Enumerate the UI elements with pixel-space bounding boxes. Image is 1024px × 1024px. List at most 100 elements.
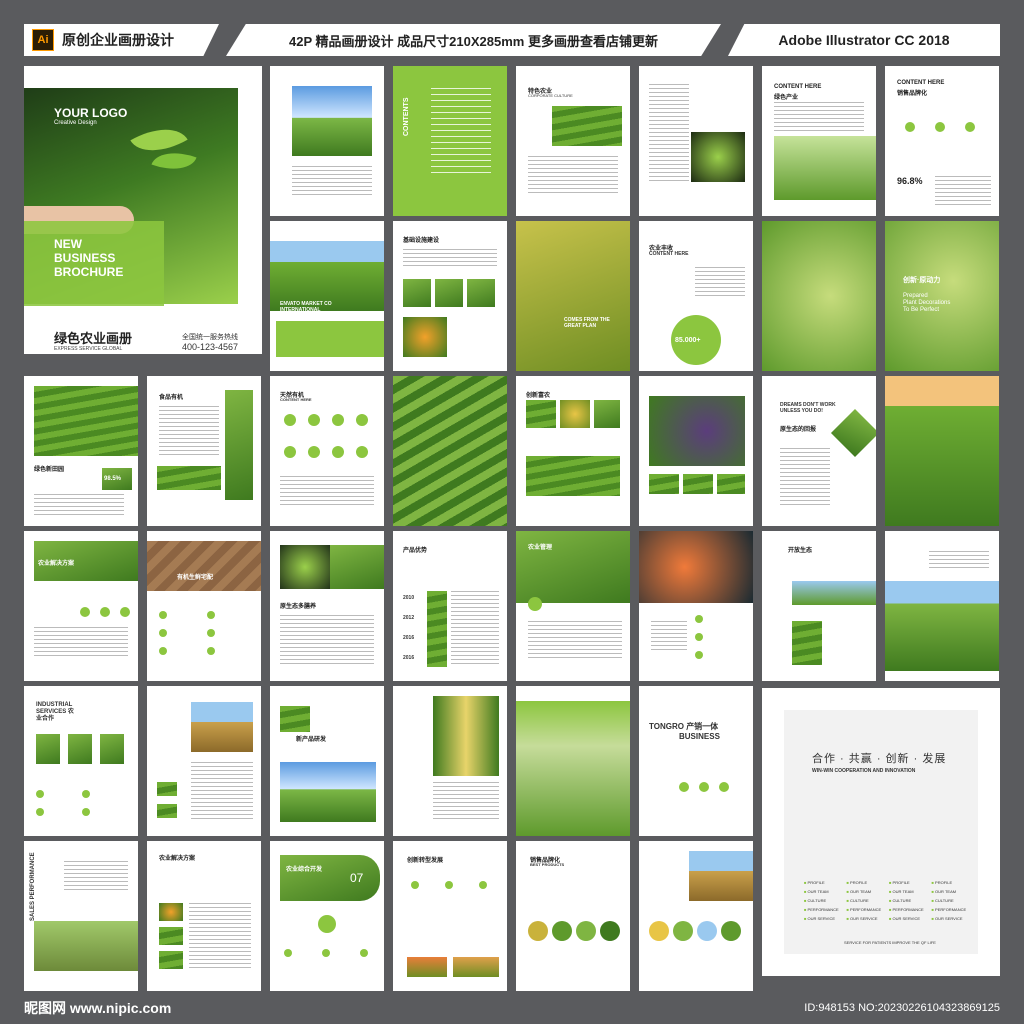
page-photo — [159, 951, 183, 969]
closing-title-en: WIN-WIN COOPERATION AND INNOVATION — [812, 768, 916, 774]
page-title: SALES PERFORMANCE — [30, 852, 36, 921]
list-item: OUR TEAM — [804, 889, 847, 894]
top-banner: Ai 原创企业画册设计 42P 精品画册设计 成品尺寸210X285mm 更多画… — [0, 0, 1024, 56]
page-eco-nutrition: 原生态多膳养 — [270, 531, 384, 681]
image-id: ID:948153 NO:20230226104323869125 — [804, 1002, 1000, 1014]
year-label: 2010 — [403, 595, 415, 601]
page-title-sub: BUSINESS — [679, 732, 720, 741]
icon-circle — [322, 949, 330, 957]
icon-circle — [332, 414, 344, 426]
list-item: PERFORMANCE — [847, 907, 890, 912]
page-tongro: TONGRO 产销一体 BUSINESS — [639, 686, 753, 836]
list-item: CULTURE — [932, 898, 975, 903]
page-harvester — [639, 841, 753, 991]
page-heading: 创新富农 — [526, 393, 551, 399]
page-photo — [552, 106, 622, 146]
page-subheading: CONTENT HERE — [649, 251, 689, 257]
grape-photo — [649, 396, 745, 466]
page-orange-photo — [762, 221, 876, 371]
illustrator-icon: Ai — [32, 29, 54, 51]
product-circle — [528, 921, 548, 941]
tile — [467, 279, 495, 307]
page-wheat: COMES FROM THE GREAT PLAN — [516, 221, 630, 371]
list-item: PROFILE — [804, 880, 847, 885]
page-haybale — [147, 686, 261, 836]
cover-hotline-label: 全国统一服务热线 — [182, 334, 238, 341]
page-text — [935, 176, 991, 206]
page-text — [292, 166, 372, 196]
page-photo — [649, 474, 679, 494]
icon-circle — [318, 915, 336, 933]
page-subheading: CONTENT HERE — [280, 397, 312, 402]
product-circle — [721, 921, 741, 941]
tag — [68, 734, 92, 764]
page-text — [403, 249, 497, 269]
page-solution-2: 农业解决方案 — [147, 841, 261, 991]
page-photo — [159, 903, 183, 921]
page-photo — [792, 581, 876, 605]
page-text — [159, 406, 219, 456]
page-text — [280, 615, 374, 665]
list-item: PROFILE — [889, 880, 932, 885]
contents-list — [431, 88, 491, 178]
page-advantage: 产品优势 2010 2012 2016 2016 — [393, 531, 507, 681]
closing-title-cn: 合作 · 共赢 · 创新 · 发展 — [812, 753, 947, 765]
product-circle — [600, 921, 620, 941]
page-heading: CONTENT HERE — [774, 84, 822, 90]
page-heading: 基础设施建设 — [403, 238, 440, 244]
page-culture: 特色农业 CORPORATE CULTURE — [516, 66, 630, 216]
page-subheading: 绿色产业 — [774, 95, 799, 101]
page-corn — [393, 686, 507, 836]
list-item: PROFILE — [932, 880, 975, 885]
icon-circle — [308, 446, 320, 458]
page-text: Prepared Plant Decorations To Be Perfect — [903, 293, 951, 314]
icon-circle — [284, 949, 292, 957]
list-item: PROFILE — [847, 880, 890, 885]
icon-circle — [284, 446, 296, 458]
icon-circle — [159, 629, 167, 637]
page-photo — [885, 581, 999, 671]
harvester-photo — [689, 851, 753, 901]
page-heading: 食品有机 — [159, 395, 184, 401]
header-right-band: Adobe Illustrator CC 2018 — [728, 24, 1000, 56]
page-heading: 创新转型发展 — [407, 858, 444, 864]
list-item: OUR TEAM — [889, 889, 932, 894]
page-text — [191, 762, 253, 822]
closing-list: PROFILE PROFILE PROFILE PROFILE OUR TEAM… — [804, 880, 974, 921]
product-circle — [697, 921, 717, 941]
page-title: ENVATO MARKET CO INTERNATIONAL — [280, 301, 332, 313]
list-item: OUR TEAM — [847, 889, 890, 894]
koi-photo — [639, 531, 753, 603]
page-text — [189, 903, 251, 969]
page-photo — [526, 456, 620, 496]
icon-circle — [80, 607, 90, 617]
icon-circle — [935, 122, 945, 132]
stat-percent: 98.5% — [104, 476, 122, 482]
tag — [36, 734, 60, 764]
page-heading: 原生态的回报 — [780, 427, 817, 433]
page-heading: 开放生态 — [788, 548, 813, 554]
page-subheading: 销售品牌化 — [897, 91, 928, 97]
header-center-band: 42P 精品画册设计 成品尺寸210X285mm 更多画册查看店铺更新 — [226, 24, 721, 56]
header-left-title: 原创企业画册设计 — [62, 32, 174, 48]
page-text — [528, 621, 622, 661]
icon-circle — [411, 881, 419, 889]
page-heading: 新产品研发 — [296, 737, 327, 743]
page-management: 农业管理 — [516, 531, 630, 681]
page-new-park: 绿色新田园 98.5% — [24, 376, 138, 526]
product-circle — [576, 921, 596, 941]
page-heading: 产品优势 — [403, 548, 428, 554]
green-block — [276, 321, 384, 357]
page-photo — [792, 621, 822, 665]
list-item: CULTURE — [889, 898, 932, 903]
product-circle — [552, 921, 572, 941]
icon-circle — [207, 629, 215, 637]
page-natural-organic: 天然有机 CONTENT HERE — [270, 376, 384, 526]
tile — [403, 279, 431, 307]
page-open-ecology: 开放生态 — [762, 531, 876, 681]
list-item: OUR SERVICE — [804, 916, 847, 921]
page-photo — [683, 474, 713, 494]
page-photo — [157, 804, 177, 818]
page-rich-farm: 创新富农 — [516, 376, 630, 526]
icon-circle — [679, 782, 689, 792]
